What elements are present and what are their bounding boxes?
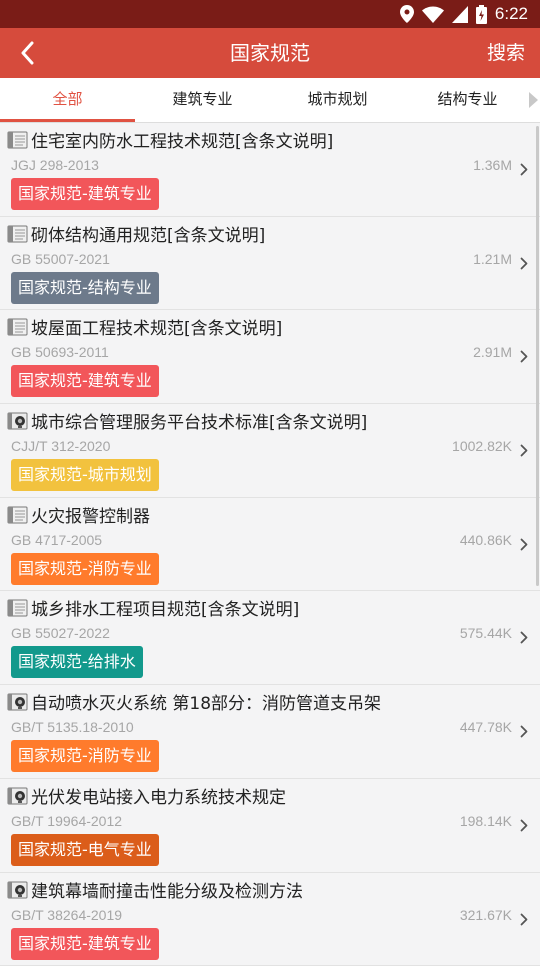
item-size: 1.36M xyxy=(473,157,512,173)
status-time: 6:22 xyxy=(495,4,528,24)
list-item[interactable]: 火灾报警控制器 GB 4717-2005 440.86K 国家规范-消防专业 xyxy=(0,498,540,592)
chevron-right-icon xyxy=(520,629,528,648)
item-title: 住宅室内防水工程技术规范[含条文说明] xyxy=(31,127,333,152)
app-bar: 国家规范 搜索 xyxy=(0,28,540,78)
category-tag: 国家规范-消防专业 xyxy=(11,740,159,772)
wifi-icon xyxy=(422,6,444,23)
document-icon xyxy=(7,598,29,618)
item-code: GB 55007-2021 xyxy=(11,251,110,267)
pdf-viewer-icon xyxy=(7,880,29,900)
signal-icon xyxy=(452,6,468,23)
pdf-viewer-icon xyxy=(7,411,29,431)
category-tag: 国家规范-建筑专业 xyxy=(11,365,159,397)
document-icon xyxy=(7,505,29,525)
item-code: GB 4717-2005 xyxy=(11,532,102,548)
chevron-right-icon xyxy=(520,536,528,555)
list-item[interactable]: 城乡排水工程项目规范[含条文说明] GB 55027-2022 575.44K … xyxy=(0,591,540,685)
page-title: 国家规范 xyxy=(0,28,540,78)
item-size: 198.14K xyxy=(460,813,512,829)
chevron-right-icon xyxy=(520,348,528,367)
item-size: 2.91M xyxy=(473,344,512,360)
item-size: 575.44K xyxy=(460,625,512,641)
item-size: 447.78K xyxy=(460,719,512,735)
tab-urban-planning[interactable]: 城市规划 xyxy=(270,78,405,122)
document-icon xyxy=(7,317,29,337)
item-title: 砌体结构通用规范[含条文说明] xyxy=(31,221,265,246)
status-icons: 6:22 xyxy=(400,3,528,25)
chevron-right-icon xyxy=(520,817,528,836)
category-tag: 国家规范-建筑专业 xyxy=(11,928,159,960)
item-size: 321.67K xyxy=(460,907,512,923)
list-item[interactable]: 建筑幕墙耐撞击性能分级及检测方法 GB/T 38264-2019 321.67K… xyxy=(0,873,540,966)
tab-structure[interactable]: 结构专业 xyxy=(405,78,530,122)
item-title: 光伏发电站接入电力系统技术规定 xyxy=(31,783,286,808)
item-size: 1.21M xyxy=(473,251,512,267)
pdf-viewer-icon xyxy=(7,786,29,806)
item-code: GB/T 38264-2019 xyxy=(11,907,122,923)
document-icon xyxy=(7,130,29,150)
chevron-right-icon xyxy=(520,255,528,274)
chevron-right-icon xyxy=(520,161,528,180)
list-item[interactable]: 光伏发电站接入电力系统技术规定 GB/T 19964-2012 198.14K … xyxy=(0,779,540,873)
tab-architecture[interactable]: 建筑专业 xyxy=(135,78,270,122)
list-item[interactable]: 坡屋面工程技术规范[含条文说明] GB 50693-2011 2.91M 国家规… xyxy=(0,310,540,404)
item-code: GB 50693-2011 xyxy=(11,344,109,360)
category-tag: 国家规范-电气专业 xyxy=(11,834,159,866)
triangle-right-icon xyxy=(529,92,538,108)
chevron-right-icon xyxy=(520,723,528,742)
category-tag: 国家规范-消防专业 xyxy=(11,553,159,585)
document-icon xyxy=(7,224,29,244)
item-title: 火灾报警控制器 xyxy=(31,502,150,527)
item-size: 440.86K xyxy=(460,532,512,548)
tab-scroll-right[interactable] xyxy=(526,78,540,122)
item-size: 1002.82K xyxy=(452,438,512,454)
item-code: CJJ/T 312-2020 xyxy=(11,438,110,454)
tab-all[interactable]: 全部 xyxy=(0,78,135,122)
tab-indicator xyxy=(0,119,135,122)
scrollbar[interactable] xyxy=(536,126,539,586)
category-tag: 国家规范-结构专业 xyxy=(11,272,159,304)
status-bar: 6:22 xyxy=(0,0,540,28)
item-title: 城乡排水工程项目规范[含条文说明] xyxy=(31,595,299,620)
search-button[interactable]: 搜索 xyxy=(487,28,525,78)
item-code: JGJ 298-2013 xyxy=(11,157,99,173)
item-title: 坡屋面工程技术规范[含条文说明] xyxy=(31,314,282,339)
chevron-right-icon xyxy=(520,911,528,930)
list-item[interactable]: 住宅室内防水工程技术规范[含条文说明] JGJ 298-2013 1.36M 国… xyxy=(0,123,540,217)
category-tag: 国家规范-建筑专业 xyxy=(11,178,159,210)
item-code: GB/T 19964-2012 xyxy=(11,813,122,829)
category-tag: 国家规范-城市规划 xyxy=(11,459,159,491)
category-tag: 国家规范-给排水 xyxy=(11,646,143,678)
item-code: GB/T 5135.18-2010 xyxy=(11,719,134,735)
standards-list: 住宅室内防水工程技术规范[含条文说明] JGJ 298-2013 1.36M 国… xyxy=(0,123,540,966)
item-code: GB 55027-2022 xyxy=(11,625,110,641)
location-icon xyxy=(400,5,414,23)
category-tabs: 全部 建筑专业 城市规划 结构专业 xyxy=(0,78,540,123)
battery-icon xyxy=(476,5,487,24)
item-title: 建筑幕墙耐撞击性能分级及检测方法 xyxy=(31,877,303,902)
item-title: 城市综合管理服务平台技术标准[含条文说明] xyxy=(31,408,367,433)
list-item[interactable]: 自动喷水灭火系统 第18部分：消防管道支吊架 GB/T 5135.18-2010… xyxy=(0,685,540,779)
list-item[interactable]: 城市综合管理服务平台技术标准[含条文说明] CJJ/T 312-2020 100… xyxy=(0,404,540,498)
item-title: 自动喷水灭火系统 第18部分：消防管道支吊架 xyxy=(31,689,381,714)
list-item[interactable]: 砌体结构通用规范[含条文说明] GB 55007-2021 1.21M 国家规范… xyxy=(0,217,540,311)
pdf-viewer-icon xyxy=(7,692,29,712)
chevron-right-icon xyxy=(520,442,528,461)
